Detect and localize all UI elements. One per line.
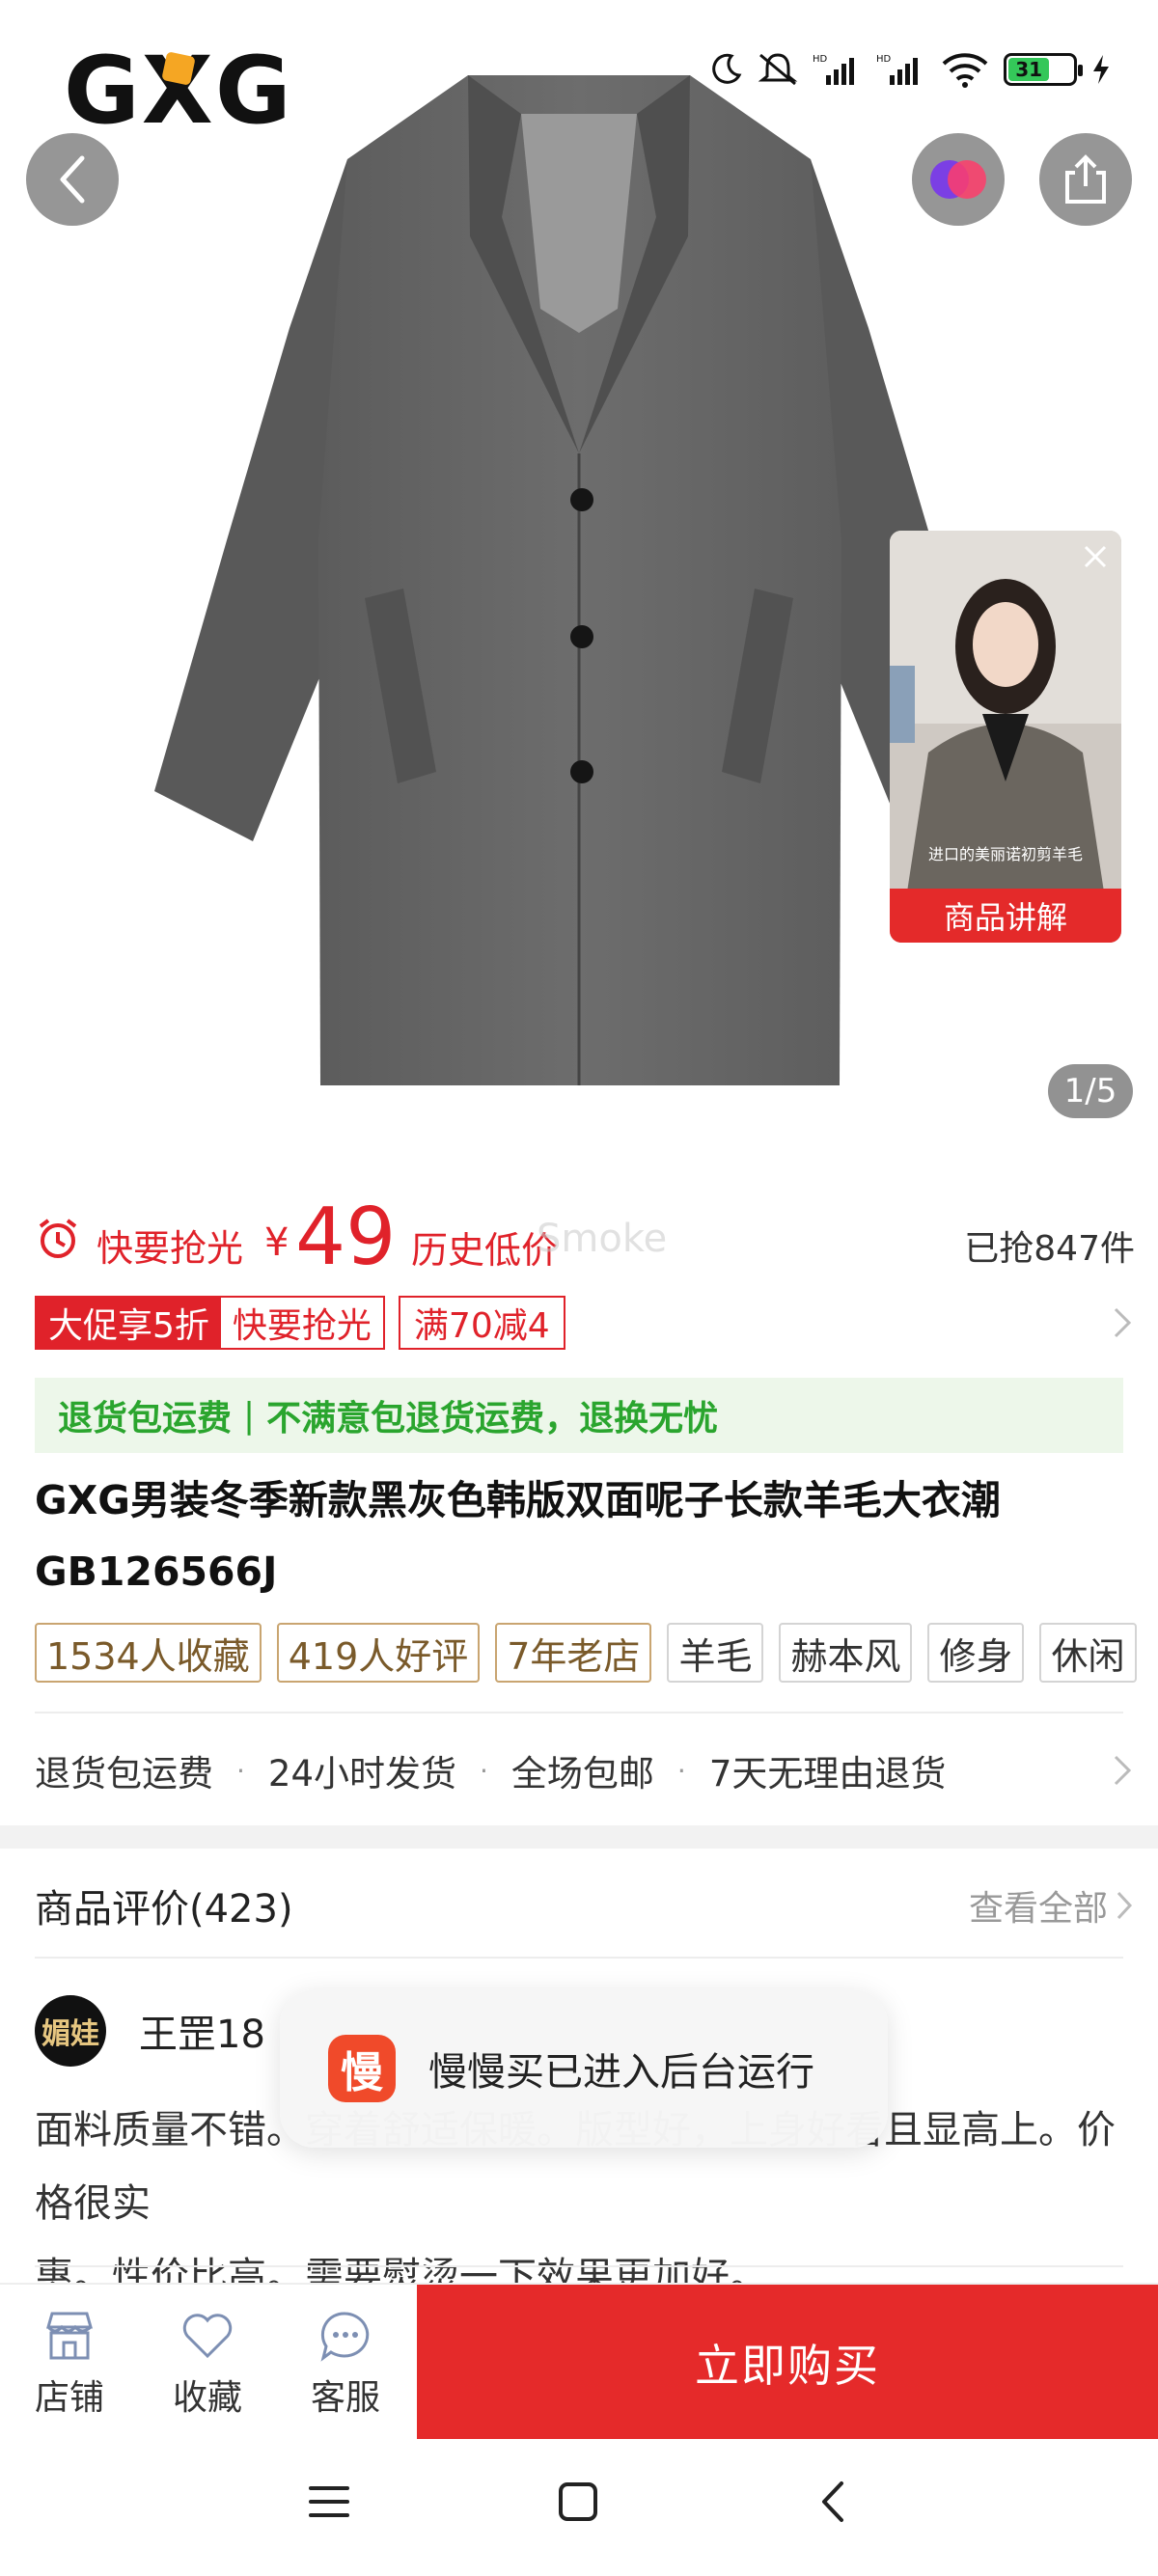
tag-good-reviews: 419人好评 — [276, 1623, 481, 1683]
product-tags: 1534人收藏 419人好评 7年老店 羊毛 赫本风 修身 休闲 — [35, 1623, 1158, 1683]
signal-icon: HD — [876, 54, 918, 85]
menu-icon[interactable] — [307, 2480, 351, 2524]
return-banner-separator: | — [243, 1395, 256, 1436]
customer-service-button[interactable]: 客服 — [288, 2310, 403, 2420]
system-navigation-bar — [0, 2439, 1158, 2576]
service-item: 7天无理由退货 — [708, 1753, 947, 1795]
status-bar: HD HD 31 — [708, 44, 1112, 95]
product-explain-label[interactable]: 商品讲解 — [890, 889, 1121, 943]
app-icon-text: 慢 — [341, 2048, 383, 2097]
return-banner-right: 不满意包退货运费，退换无忧 — [266, 1399, 719, 1439]
view-all-label: 查看全部 — [968, 1889, 1108, 1929]
favorite-button[interactable]: 收藏 — [150, 2310, 265, 2420]
service-guarantees[interactable]: 退货包运费 · 24小时发货 · 全场包邮 · 7天无理由退货 — [35, 1737, 1135, 1804]
ai-orb-icon — [930, 160, 986, 199]
service-item: 退货包运费 — [35, 1753, 213, 1795]
svg-text:HD: HD — [813, 54, 828, 65]
chevron-right-icon[interactable] — [1110, 1751, 1135, 1790]
promo-hurry: 快要抢光 — [232, 1306, 372, 1346]
chevron-right-icon — [1117, 1891, 1133, 1920]
battery-level: 31 — [1015, 58, 1043, 81]
toast-message: 慢慢买已进入后台运行 — [428, 2050, 814, 2095]
currency-symbol: ¥ — [264, 1220, 290, 1265]
view-all-link[interactable]: 查看全部 — [969, 1880, 1135, 1931]
reviews-header[interactable]: 商品评价(423) 查看全部 — [35, 1872, 1135, 1939]
price-row: 快要抢光 ¥ 49 历史低价 Smoke 已抢847件 — [35, 1192, 1135, 1288]
service-item: 24小时发货 — [267, 1753, 456, 1795]
ai-assistant-button[interactable] — [912, 133, 1005, 226]
shop-label: 店铺 — [34, 2378, 104, 2418]
product-title: GXG男装冬季新款黑灰色韩版双面呢子长款羊毛大衣潮 GB126566J — [35, 1465, 1125, 1607]
tag-fit: 修身 — [927, 1623, 1025, 1683]
chat-bubble-icon — [320, 2312, 370, 2362]
alarm-clock-icon — [39, 1219, 77, 1258]
coupon-tag: 满70减4 — [398, 1296, 565, 1350]
battery-icon: 31 — [1004, 53, 1083, 86]
shop-icon — [46, 2312, 93, 2360]
close-icon[interactable] — [1079, 540, 1112, 573]
home-square-icon[interactable] — [556, 2480, 600, 2524]
tag-casual: 休闲 — [1039, 1623, 1137, 1683]
return-banner-left: 退货包运费 — [58, 1399, 233, 1439]
buy-now-button[interactable]: 立即购买 — [417, 2285, 1158, 2441]
share-icon — [1065, 154, 1106, 204]
video-thumbnail — [890, 531, 1121, 943]
background-running-toast: 慢 慢慢买已进入后台运行 — [280, 1989, 888, 2148]
customer-service-label: 客服 — [310, 2378, 380, 2418]
tag-material: 羊毛 — [667, 1623, 764, 1683]
service-separator: · — [480, 1754, 488, 1787]
divider — [35, 1957, 1123, 1959]
tag-store-age: 7年老店 — [495, 1623, 652, 1683]
mute-icon — [758, 53, 798, 86]
hurry-label: 快要抢光 — [96, 1227, 244, 1270]
moon-icon — [712, 53, 742, 84]
promo-main-badge: 大促享5折 快要抢光 — [35, 1296, 385, 1350]
manmanmai-app-icon: 慢 — [328, 2035, 396, 2102]
back-button[interactable] — [26, 133, 119, 226]
avatar-text: 媚娃 — [41, 2017, 99, 2051]
sold-count: 已抢847件 — [964, 1229, 1135, 1269]
chevron-left-icon — [60, 155, 85, 204]
brand-logo: GXG — [64, 42, 293, 139]
watermark: Smoke — [537, 1217, 668, 1261]
product-title-line1: GXG男装冬季新款黑灰色韩版双面呢子长款羊毛大衣潮 — [35, 1477, 1001, 1523]
product-image-area[interactable]: GXG HD HD 31 进口的美丽诺初剪羊毛 商品讲解 1/5 — [0, 0, 1158, 1153]
charging-icon — [1093, 55, 1109, 84]
return-shipping-banner: 退货包运费 | 不满意包退货运费，退换无忧 — [35, 1378, 1123, 1453]
reviews-title: 商品评价(423) — [35, 1887, 293, 1932]
reviewer-name: 王罡18 — [139, 2013, 265, 2057]
tag-style: 赫本风 — [779, 1623, 913, 1683]
promo-discount: 大促享5折 — [37, 1298, 221, 1348]
heart-icon — [182, 2314, 233, 2359]
service-separator: · — [676, 1754, 686, 1787]
bottom-action-bar: 店铺 收藏 客服 立即购买 — [0, 2283, 1158, 2441]
logo-accent-icon — [161, 51, 196, 86]
product-title-line2: GB126566J — [35, 1548, 278, 1595]
wifi-icon — [942, 53, 988, 88]
review-user: 媚娃 王罡18 — [35, 1995, 265, 2067]
video-caption: 进口的美丽诺初剪羊毛 — [927, 845, 1083, 863]
divider — [35, 1712, 1123, 1713]
product-video-card[interactable]: 进口的美丽诺初剪羊毛 商品讲解 — [890, 531, 1121, 943]
service-separator: · — [236, 1754, 245, 1787]
divider — [35, 2265, 1123, 2267]
shop-button[interactable]: 店铺 — [12, 2310, 127, 2420]
tag-favorites: 1534人收藏 — [35, 1623, 262, 1683]
chevron-right-icon[interactable] — [1110, 1303, 1135, 1342]
svg-text:HD: HD — [876, 54, 892, 65]
image-counter: 1/5 — [1048, 1064, 1133, 1118]
avatar: 媚娃 — [35, 1995, 106, 2067]
favorite-label: 收藏 — [172, 2378, 242, 2418]
service-item: 全场包邮 — [510, 1753, 654, 1795]
signal-icon: HD — [813, 54, 854, 85]
share-button[interactable] — [1039, 133, 1132, 226]
promo-row[interactable]: 大促享5折 快要抢光 满70减4 — [35, 1295, 1135, 1351]
price-value: 49 — [295, 1192, 397, 1283]
back-triangle-icon[interactable] — [813, 2480, 857, 2524]
section-separator — [0, 1825, 1158, 1849]
